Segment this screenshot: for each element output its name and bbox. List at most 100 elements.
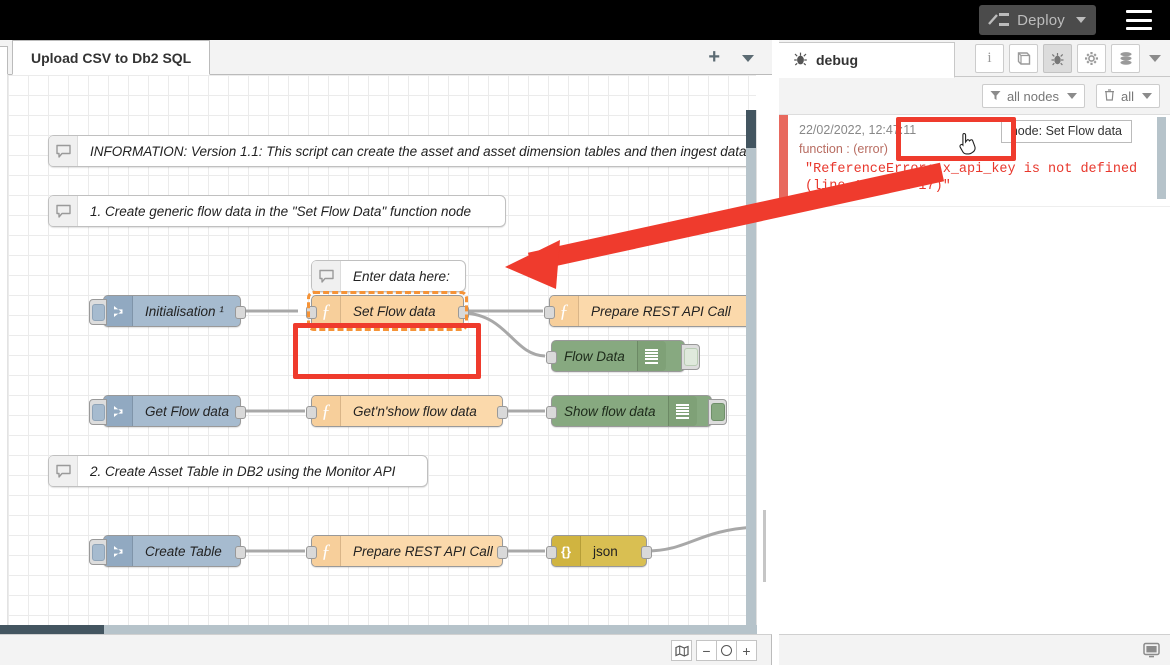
inject-trigger-button[interactable]	[89, 299, 107, 325]
add-flow-button[interactable]: +	[708, 47, 720, 67]
function-f-glyph: ƒ	[321, 300, 331, 322]
bug-icon	[793, 51, 808, 69]
input-port[interactable]	[306, 306, 317, 319]
node-set-flow-data[interactable]: ƒ Set Flow data	[306, 295, 469, 327]
canvas-vertical-scrollbar[interactable]	[746, 110, 756, 665]
inject-arrow-icon	[104, 396, 133, 426]
scroll-tick	[763, 510, 766, 582]
scrollbar-thumb[interactable]	[746, 110, 756, 148]
output-port[interactable]	[497, 406, 508, 419]
output-port[interactable]	[235, 406, 246, 419]
node-prepare-rest-api-call-2[interactable]: ƒ Prepare REST API Call	[306, 535, 508, 567]
debug-message-list[interactable]: 22/02/2022, 12:47:11 function : (error) …	[779, 114, 1170, 634]
node-show-flow-data-debug[interactable]: Show flow data	[546, 395, 727, 427]
input-port[interactable]	[306, 546, 317, 559]
input-port[interactable]	[546, 546, 557, 559]
filter-icon	[990, 89, 1001, 104]
comment-label: INFORMATION: Version 1.1: This script ca…	[90, 143, 747, 159]
debug-message-body: "ReferenceError: x_api_key is not define…	[805, 162, 1138, 194]
input-port[interactable]	[544, 306, 555, 319]
output-port[interactable]	[641, 546, 652, 559]
monitor-icon[interactable]	[1143, 642, 1160, 663]
output-port[interactable]	[497, 546, 508, 559]
editor-status-bar: − +	[0, 634, 772, 665]
output-port[interactable]	[235, 546, 246, 559]
app-header: Deploy	[0, 0, 1170, 40]
info-icon[interactable]: i	[975, 44, 1004, 73]
comment-node-step-1[interactable]: 1. Create generic flow data in the "Set …	[48, 195, 506, 227]
chevron-down-icon[interactable]	[1076, 17, 1086, 23]
chevron-down-icon	[1142, 93, 1152, 99]
bug-icon[interactable]	[1043, 44, 1072, 73]
function-f-glyph: ƒ	[321, 540, 331, 562]
flow-canvas-wrapper[interactable]: INFORMATION: Version 1.1: This script ca…	[0, 75, 772, 665]
sidebar-icon-buttons: i	[970, 44, 1164, 73]
inject-trigger-button[interactable]	[89, 539, 107, 565]
inject-trigger-button[interactable]	[89, 399, 107, 425]
flow-tab-bar: Upload CSV to Db2 SQL +	[0, 40, 772, 75]
flow-canvas[interactable]: INFORMATION: Version 1.1: This script ca…	[8, 75, 764, 665]
zoom-controls: − +	[671, 640, 757, 661]
hamburger-menu-icon[interactable]	[1126, 10, 1152, 30]
node-prepare-rest-api-call-1[interactable]: ƒ Prepare REST API Call	[544, 295, 757, 327]
debug-enable-button[interactable]	[708, 399, 727, 425]
debug-sidebar: debug i all nodes all 22/02/2022, 12:47:…	[779, 40, 1170, 665]
debug-list-scrollbar[interactable]	[1157, 117, 1166, 199]
node-getnshow-flow-data[interactable]: ƒ Get'n'show flow data	[306, 395, 508, 427]
output-port[interactable]	[458, 306, 469, 319]
node-get-flow-data[interactable]: Get Flow data	[89, 395, 246, 427]
debug-message-row[interactable]: 22/02/2022, 12:47:11 function : (error) …	[779, 115, 1170, 207]
zoom-reset-button[interactable]	[716, 640, 737, 661]
stack-icon[interactable]	[1111, 44, 1140, 73]
output-port[interactable]	[235, 306, 246, 319]
comment-label: 2. Create Asset Table in DB2 using the M…	[90, 463, 396, 479]
hand-cursor-icon	[959, 132, 976, 155]
node-flow-data-debug[interactable]: Flow Data	[546, 340, 700, 372]
zoom-out-button[interactable]: −	[696, 640, 717, 661]
node-label: Get Flow data	[145, 403, 230, 419]
gear-icon[interactable]	[1077, 44, 1106, 73]
node-label: Flow Data	[564, 348, 625, 364]
node-label: Prepare REST API Call	[353, 543, 493, 559]
comment-node-step-2[interactable]: 2. Create Asset Table in DB2 using the M…	[48, 455, 428, 487]
comment-bubble-icon	[49, 196, 78, 226]
input-port[interactable]	[546, 406, 557, 419]
input-port[interactable]	[306, 406, 317, 419]
canvas-horizontal-scrollbar[interactable]	[0, 625, 757, 634]
scrollbar-thumb[interactable]	[0, 625, 104, 634]
deploy-label: Deploy	[1017, 11, 1065, 29]
debug-stripes-icon	[667, 396, 697, 426]
sidebar-expand-chevron-down-icon[interactable]	[1149, 55, 1161, 62]
debug-enable-button[interactable]	[681, 344, 700, 370]
node-initialisation[interactable]: Initialisation ¹	[89, 295, 246, 327]
sidebar-tab-debug[interactable]: debug	[779, 42, 955, 78]
node-label: Initialisation ¹	[145, 303, 224, 319]
debug-stripes-icon	[636, 341, 666, 371]
node-label: Set Flow data	[353, 303, 436, 319]
comment-bubble-icon	[312, 261, 341, 291]
clear-messages-dropdown[interactable]: all	[1095, 84, 1160, 108]
node-label: json	[593, 543, 618, 559]
node-json[interactable]: {} json	[546, 535, 652, 567]
flow-tab-upload-csv[interactable]: Upload CSV to Db2 SQL	[12, 40, 211, 75]
debug-filter-row: all nodes all	[981, 84, 1160, 108]
deploy-button[interactable]: Deploy	[979, 5, 1096, 35]
comment-node-enter-data[interactable]: Enter data here:	[311, 260, 466, 292]
flow-list-chevron-down-icon[interactable]	[742, 55, 754, 62]
input-port[interactable]	[546, 351, 557, 364]
function-f-glyph: ƒ	[321, 400, 331, 422]
book-icon[interactable]	[1009, 44, 1038, 73]
inject-arrow-icon	[104, 536, 133, 566]
navigator-map-icon[interactable]	[671, 640, 692, 661]
debug-node-name-tooltip[interactable]: node: Set Flow data	[1000, 120, 1132, 143]
node-label: Get'n'show flow data	[353, 403, 477, 419]
zoom-in-button[interactable]: +	[736, 640, 757, 661]
node-label: Show flow data	[564, 403, 656, 419]
sidebar-status-bar	[779, 634, 1170, 665]
filter-nodes-dropdown[interactable]: all nodes	[981, 84, 1085, 108]
comment-node-information[interactable]: INFORMATION: Version 1.1: This script ca…	[48, 135, 764, 167]
deploy-wire-icon	[988, 12, 1010, 28]
node-create-table[interactable]: Create Table	[89, 535, 246, 567]
sidebar-tab-bar: debug i	[779, 40, 1170, 78]
function-f-glyph: ƒ	[559, 300, 569, 322]
